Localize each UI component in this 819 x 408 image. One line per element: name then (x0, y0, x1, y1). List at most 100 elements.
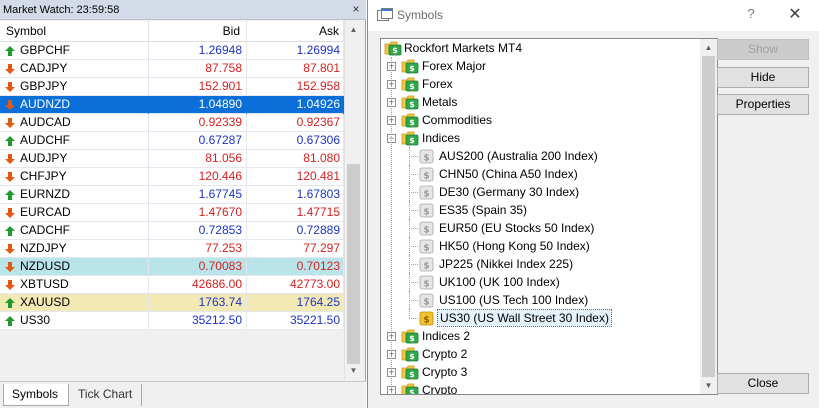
ask-cell: 35221.50 (247, 312, 344, 330)
ask-cell: 1.47715 (247, 204, 344, 222)
svg-text:$: $ (423, 262, 429, 272)
folder-icon: $ (401, 113, 419, 128)
tree-group-label: Indices (422, 131, 461, 145)
svg-text:$: $ (409, 100, 415, 109)
hide-button[interactable]: Hide (717, 67, 809, 88)
tree-group[interactable]: + $ Crypto 3 (381, 363, 699, 381)
tree-item[interactable]: $ UK100 (UK 100 Index) (381, 273, 699, 291)
svg-text:$: $ (409, 334, 415, 343)
svg-text:$: $ (409, 118, 415, 127)
scrollbar-thumb[interactable] (702, 56, 715, 377)
tree-item[interactable]: $ ES35 (Spain 35) (381, 201, 699, 219)
tree-group-expanded[interactable]: − $ Indices (381, 129, 699, 147)
help-icon[interactable]: ? (743, 6, 759, 21)
column-header-bid[interactable]: Bid (149, 21, 247, 42)
close-icon[interactable]: ✕ (786, 4, 804, 24)
table-row[interactable]: CADCHF 0.72853 0.72889 (0, 222, 344, 240)
tree-group[interactable]: + $ Commodities (381, 111, 699, 129)
tree-group[interactable]: + $ Metals (381, 93, 699, 111)
tree-item[interactable]: $ US100 (US Tech 100 Index) (381, 291, 699, 309)
folder-icon: $ (401, 347, 419, 362)
table-row[interactable]: AUDCAD 0.92339 0.92367 (0, 114, 344, 132)
table-row[interactable]: US30 35212.50 35221.50 (0, 312, 344, 330)
tree-connector (409, 309, 410, 318)
arrow-up-icon (5, 46, 15, 56)
tree-group[interactable]: + $ Forex Major (381, 57, 699, 75)
table-row[interactable]: NZDUSD 0.70083 0.70123 (0, 258, 344, 276)
tab-symbols[interactable]: Symbols (3, 384, 69, 406)
tree-item-label: JP225 (Nikkei Index 225) (439, 257, 574, 271)
symbol-name: NZDUSD (20, 259, 70, 273)
symbol-icon: $ (419, 239, 434, 254)
ask-cell: 1764.25 (247, 294, 344, 312)
symbol-name: CADCHF (20, 223, 70, 237)
folder-icon: $ (401, 365, 419, 380)
table-row[interactable]: XBTUSD 42686.00 42773.00 (0, 276, 344, 294)
table-row[interactable]: EURCAD 1.47670 1.47715 (0, 204, 344, 222)
symbol-name: NZDJPY (20, 241, 67, 255)
tree-connector (409, 264, 418, 265)
arrow-down-icon (5, 280, 15, 290)
svg-text:$: $ (423, 208, 429, 218)
bid-cell: 0.72853 (149, 222, 247, 240)
tree-item[interactable]: $ JP225 (Nikkei Index 225) (381, 255, 699, 273)
folder-icon: $ (401, 77, 419, 92)
symbol-name: AUDJPY (20, 151, 68, 165)
table-row[interactable]: AUDCHF 0.67287 0.67306 (0, 132, 344, 150)
symbol-name: AUDNZD (20, 97, 70, 111)
tree-connector (409, 192, 418, 193)
svg-text:$: $ (409, 370, 415, 379)
close-button[interactable]: Close (717, 373, 809, 394)
scroll-down-arrow-icon[interactable]: ▼ (700, 377, 717, 394)
symbol-cell: AUDNZD (0, 96, 149, 114)
table-row[interactable]: AUDNZD 1.04890 1.04926 (0, 96, 344, 114)
tree-group[interactable]: + $ Crypto (381, 381, 699, 394)
folder-icon: $ (401, 131, 419, 146)
svg-text:$: $ (423, 298, 429, 308)
tree-item[interactable]: $ DE30 (Germany 30 Index) (381, 183, 699, 201)
tree-root[interactable]: $ Rockfort Markets MT4 (381, 39, 699, 57)
scroll-up-arrow-icon[interactable]: ▲ (700, 39, 717, 56)
tree-group[interactable]: + $ Crypto 2 (381, 345, 699, 363)
arrow-down-icon (5, 244, 15, 254)
scroll-up-arrow-icon[interactable]: ▲ (345, 21, 362, 38)
tree-root-label: Rockfort Markets MT4 (404, 41, 523, 55)
market-watch-scrollbar[interactable]: ▲ ▼ (344, 21, 361, 379)
symbol-name: GBPCHF (20, 43, 71, 57)
symbol-cell: XBTUSD (0, 276, 149, 294)
properties-button[interactable]: Properties (717, 94, 809, 115)
table-row[interactable]: GBPJPY 152.901 152.958 (0, 78, 344, 96)
table-row[interactable]: AUDJPY 81.056 81.080 (0, 150, 344, 168)
table-row[interactable]: NZDJPY 77.253 77.297 (0, 240, 344, 258)
tree-scrollbar[interactable]: ▲ ▼ (700, 39, 717, 394)
symbol-cell: AUDCHF (0, 132, 149, 150)
table-row[interactable]: XAUUSD 1763.74 1764.25 (0, 294, 344, 312)
scroll-down-arrow-icon[interactable]: ▼ (345, 362, 362, 379)
table-row[interactable]: CHFJPY 120.446 120.481 (0, 168, 344, 186)
tree-item[interactable]: $ HK50 (Hong Kong 50 Index) (381, 237, 699, 255)
dialog-title: Symbols (397, 8, 444, 22)
tab-tick-chart[interactable]: Tick Chart (70, 384, 142, 406)
symbol-icon: $ (419, 167, 434, 182)
tree-group[interactable]: + $ Indices 2 (381, 327, 699, 345)
table-row[interactable]: EURNZD 1.67745 1.67803 (0, 186, 344, 204)
bid-cell: 35212.50 (149, 312, 247, 330)
tree-group[interactable]: + $ Forex (381, 75, 699, 93)
scrollbar-thumb[interactable] (347, 164, 360, 364)
table-row[interactable]: GBPCHF 1.26948 1.26994 (0, 42, 344, 60)
folder-icon: $ (401, 95, 419, 110)
symbol-cell: XAUUSD (0, 294, 149, 312)
tree-item[interactable]: $ EUR50 (EU Stocks 50 Index) (381, 219, 699, 237)
tree-item[interactable]: $ AUS200 (Australia 200 Index) (381, 147, 699, 165)
column-header-symbol[interactable]: Symbol (0, 21, 149, 42)
tree-item[interactable]: $ US30 (US Wall Street 30 Index) (381, 309, 699, 327)
folder-icon: $ (401, 59, 419, 74)
column-header-ask[interactable]: Ask (247, 21, 344, 42)
ask-cell: 1.26994 (247, 42, 344, 60)
show-button[interactable]: Show (717, 39, 809, 60)
arrow-up-icon (5, 190, 15, 200)
tree-connector (409, 318, 418, 319)
close-icon[interactable]: × (349, 2, 363, 16)
table-row[interactable]: CADJPY 87.758 87.801 (0, 60, 344, 78)
tree-item[interactable]: $ CHN50 (China A50 Index) (381, 165, 699, 183)
